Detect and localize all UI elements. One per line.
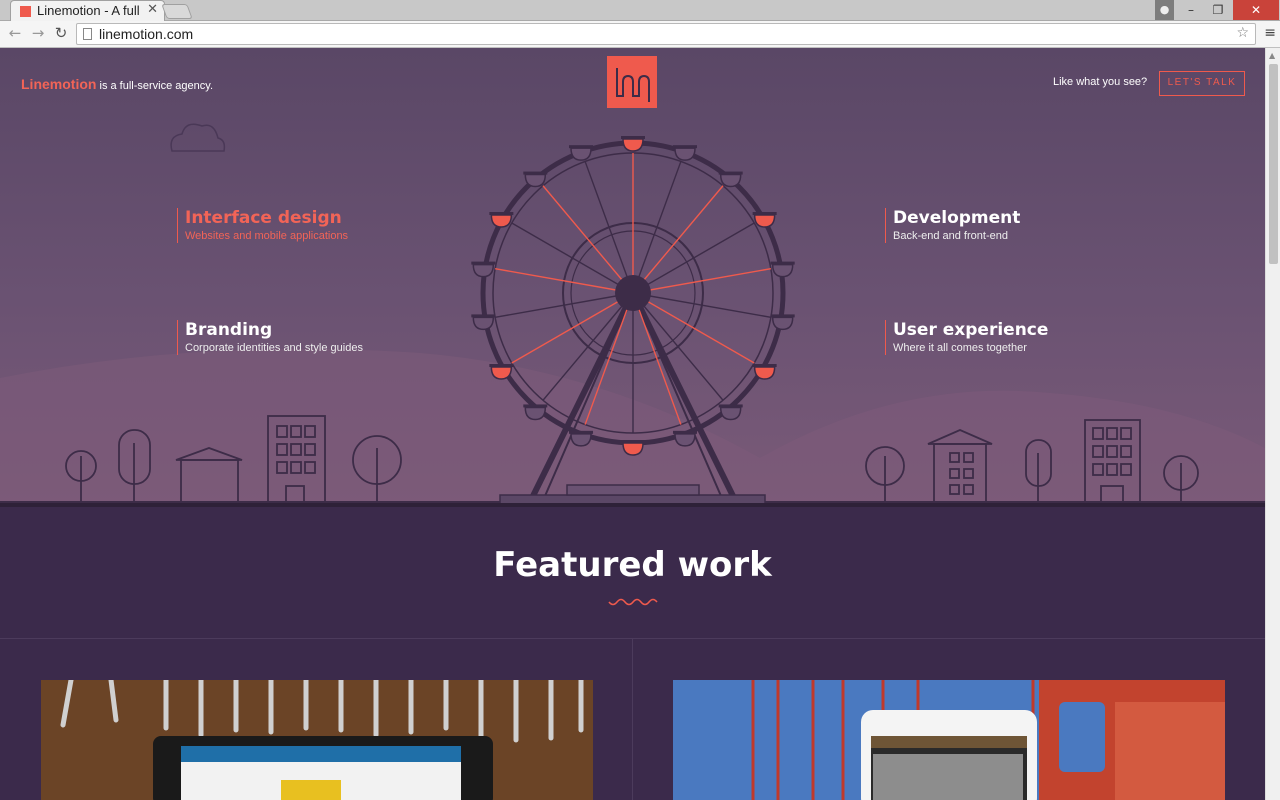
brand-name[interactable]: Linemotion: [21, 76, 96, 92]
cta-text: Like what you see?: [1053, 76, 1148, 88]
gondola: [770, 314, 795, 331]
tab-close-icon[interactable]: ✕: [147, 2, 158, 17]
forward-icon[interactable]: →: [29, 24, 47, 42]
gondola: [471, 314, 496, 331]
lets-talk-button[interactable]: LET'S TALK: [1159, 71, 1245, 96]
wheel-spoke: [632, 185, 724, 294]
scrollbar-thumb[interactable]: [1269, 64, 1278, 264]
column-divider: [632, 639, 633, 800]
cloud-icon: [170, 123, 226, 152]
gondola: [489, 212, 514, 228]
service-development[interactable]: Development Back-end and front-end: [885, 208, 1020, 243]
favicon-icon: [20, 6, 31, 17]
service-interface-design[interactable]: Interface design Websites and mobile app…: [177, 208, 348, 243]
gondola: [471, 261, 496, 278]
gondola: [752, 212, 777, 228]
featured-project-thumbnail-tools[interactable]: [41, 680, 593, 800]
service-branding[interactable]: Branding Corporate identities and style …: [177, 320, 363, 355]
service-subtitle: Where it all comes together: [893, 342, 1027, 354]
linemotion-logo[interactable]: [607, 56, 657, 108]
user-icon[interactable]: ●: [1155, 0, 1174, 20]
browser-tab[interactable]: Linemotion - A full ✕: [10, 0, 165, 21]
wheel-spoke: [542, 185, 634, 294]
minimize-button[interactable]: –: [1178, 0, 1204, 20]
new-tab-button[interactable]: [161, 4, 193, 19]
brand-tagline: is a full-service agency.: [99, 80, 214, 92]
brand-line: Linemotion is a full-service agency.: [21, 76, 213, 92]
service-title: Development: [893, 208, 1021, 228]
tab-title: Linemotion - A full: [37, 3, 140, 18]
service-user-experience[interactable]: User experience Where it all comes toget…: [885, 320, 1048, 355]
url-text[interactable]: linemotion.com: [99, 26, 193, 42]
wheel-spoke: [584, 161, 634, 294]
wheel-spoke: [632, 161, 682, 294]
hero-section: Linemotion is a full-service agency. Lik…: [0, 48, 1265, 505]
service-subtitle: Websites and mobile applications: [185, 230, 349, 242]
menu-icon[interactable]: ≡: [1264, 25, 1276, 41]
page-scrollbar[interactable]: ▲: [1265, 48, 1280, 800]
page-viewport: Linemotion is a full-service agency. Lik…: [0, 48, 1265, 800]
service-title: Branding: [185, 320, 273, 340]
page-icon: [83, 28, 92, 40]
restore-button[interactable]: ❐: [1205, 0, 1231, 20]
service-subtitle: Back-end and front-end: [893, 230, 1008, 242]
gondola: [621, 136, 645, 152]
service-subtitle: Corporate identities and style guides: [185, 342, 363, 354]
close-button[interactable]: ✕: [1233, 0, 1279, 20]
featured-project-thumbnail-bridge[interactable]: [673, 680, 1225, 800]
hero-ground-band: [0, 503, 1265, 507]
tab-bar: Linemotion - A full ✕ ● – ❐ ✕: [0, 0, 1280, 21]
gondola: [770, 261, 795, 278]
gondola: [718, 404, 743, 421]
service-title: Interface design: [185, 208, 342, 228]
wave-divider-icon: [608, 598, 658, 606]
ferris-wheel-scene: [0, 123, 1265, 505]
reload-icon[interactable]: ↻: [52, 24, 70, 42]
service-title: User experience: [893, 320, 1049, 340]
featured-work-heading: Featured work: [493, 545, 772, 585]
bookmark-star-icon[interactable]: ☆: [1236, 25, 1249, 41]
browser-toolbar: ← → ↻ linemotion.com ☆ ≡: [0, 21, 1280, 48]
address-bar[interactable]: linemotion.com ☆: [76, 23, 1256, 45]
back-icon[interactable]: ←: [6, 24, 24, 42]
scroll-up-icon[interactable]: ▲: [1269, 51, 1275, 60]
